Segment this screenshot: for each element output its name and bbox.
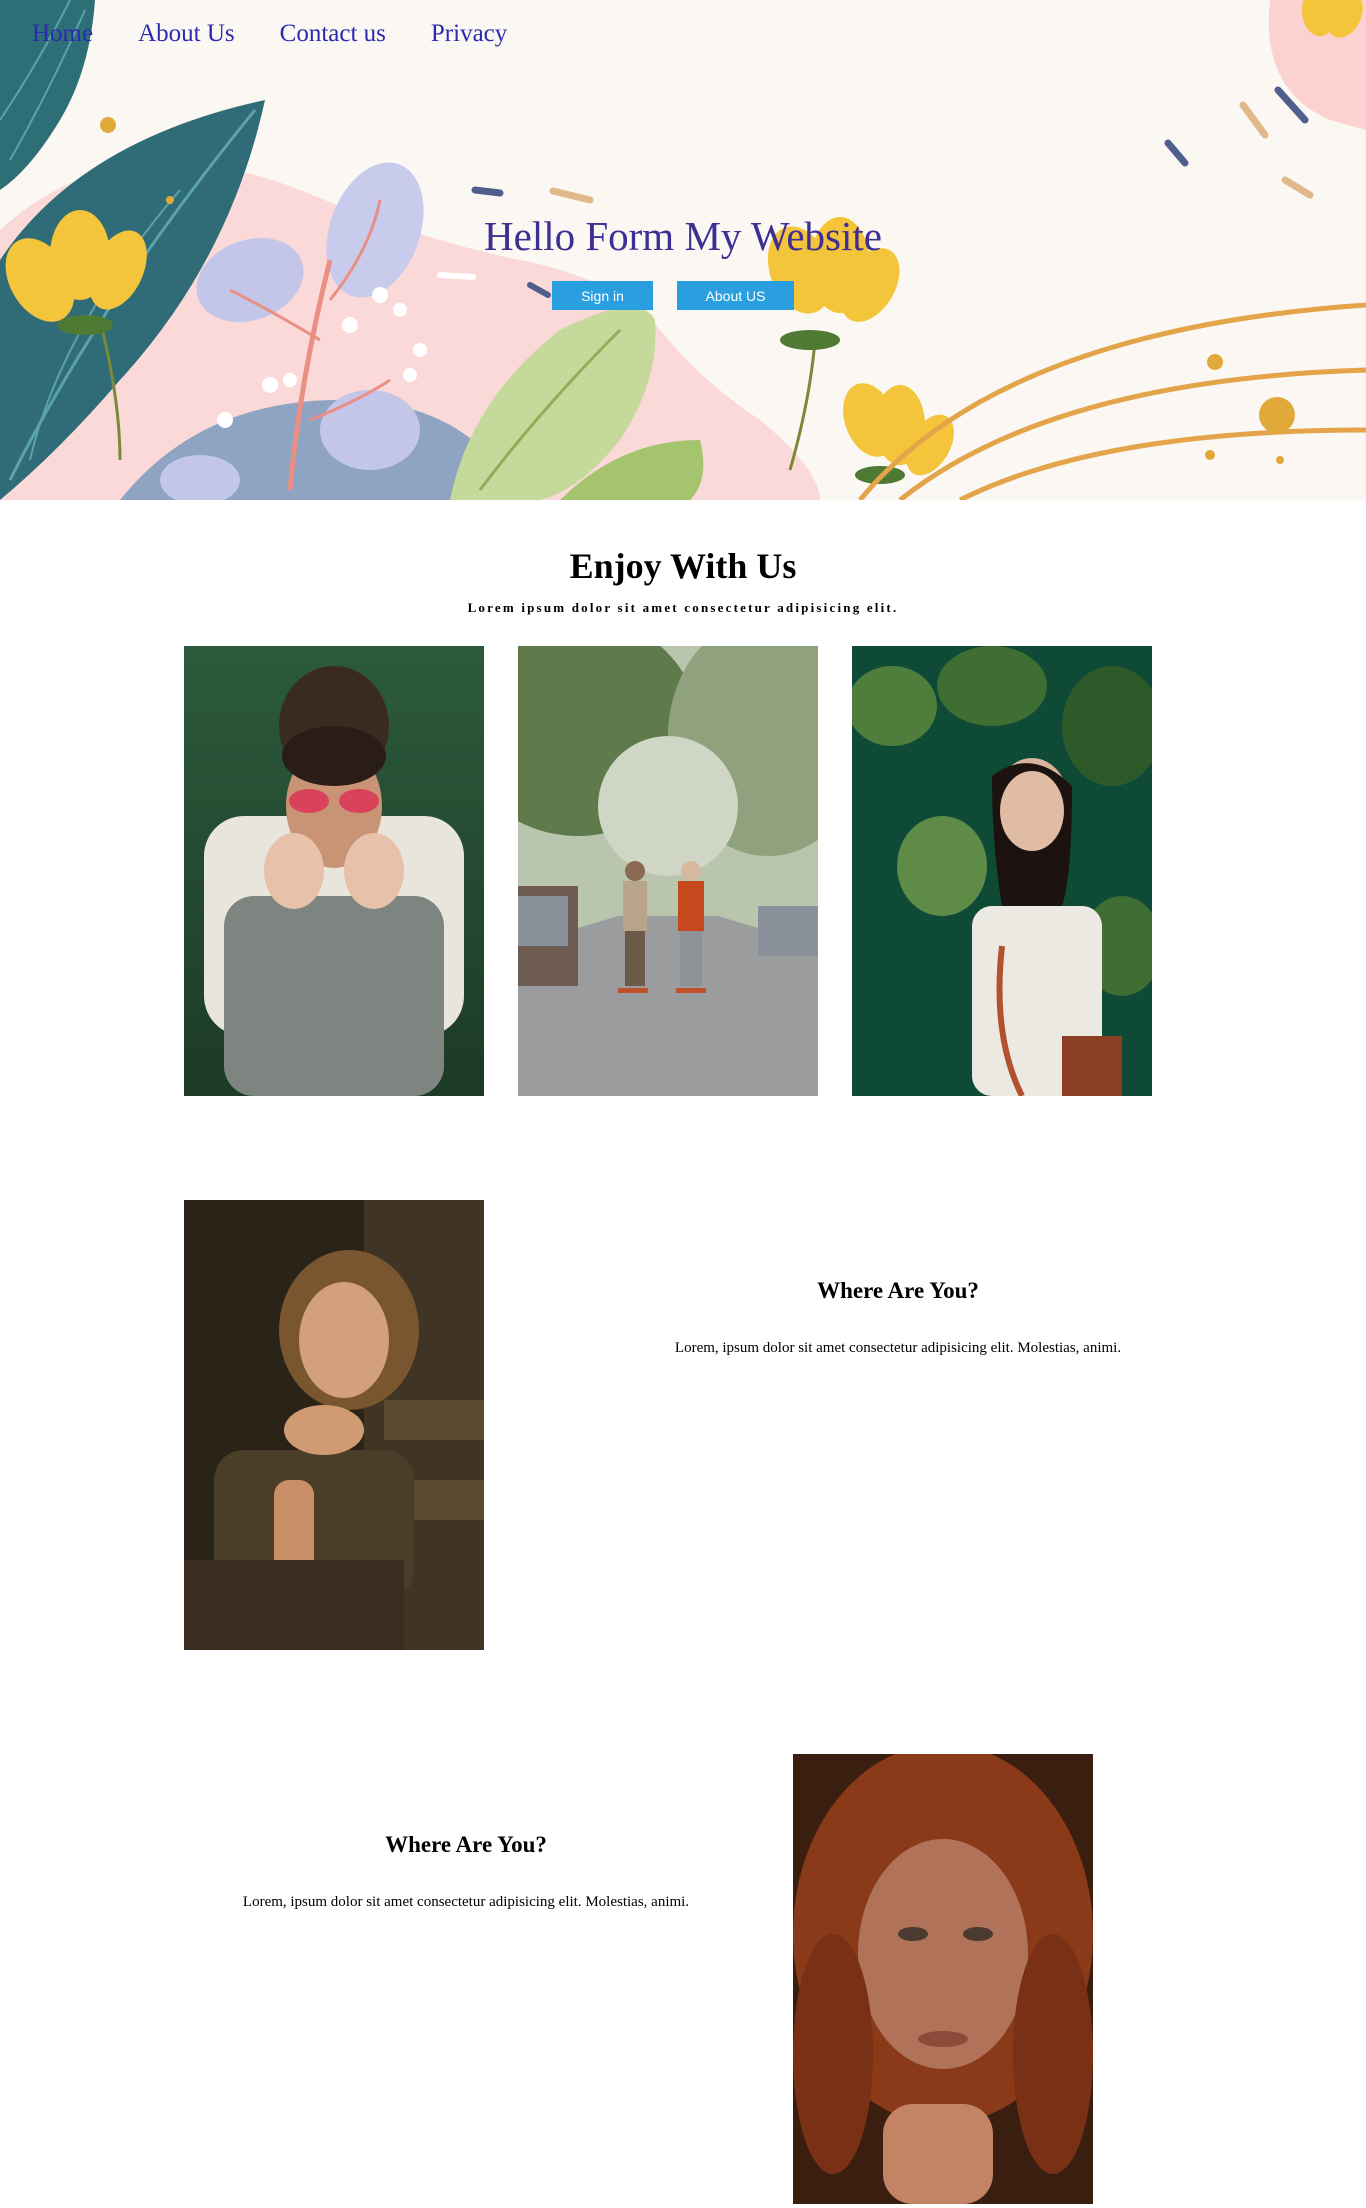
gallery-photo-skateboarders <box>518 646 818 1096</box>
nav-contact-link[interactable]: Contact us <box>280 20 386 48</box>
feature-photo-curly-woman <box>184 1200 484 1650</box>
feature-1-title: Where Are You? <box>817 1278 979 1303</box>
nav-about-link[interactable]: About Us <box>138 20 235 48</box>
hero-title: Hello Form My Website <box>484 213 882 259</box>
hero-button-group: Sign in About US <box>552 281 794 310</box>
feature-2-title: Where Are You? <box>385 1832 547 1857</box>
enjoy-section-subtitle: Lorem ipsum dolor sit amet consectetur a… <box>467 600 899 615</box>
sign-in-button[interactable]: Sign in <box>552 281 653 310</box>
gallery-photo-friends <box>184 646 484 1096</box>
enjoy-section-title: Enjoy With Us <box>569 546 797 586</box>
main-nav: Home About Us Contact us Privacy <box>32 20 552 48</box>
gallery-photo-woman-leaves <box>852 646 1152 1096</box>
hero-banner: Home About Us Contact us Privacy Hello F… <box>0 0 1366 500</box>
feature-photo-redhead-woman <box>793 1754 1093 2204</box>
nav-home-link[interactable]: Home <box>32 20 93 48</box>
feature-2-text: Lorem, ipsum dolor sit amet consectetur … <box>242 1894 690 1910</box>
about-us-button[interactable]: About US <box>677 281 794 310</box>
nav-privacy-link[interactable]: Privacy <box>431 20 507 48</box>
feature-1-text: Lorem, ipsum dolor sit amet consectetur … <box>674 1340 1122 1356</box>
